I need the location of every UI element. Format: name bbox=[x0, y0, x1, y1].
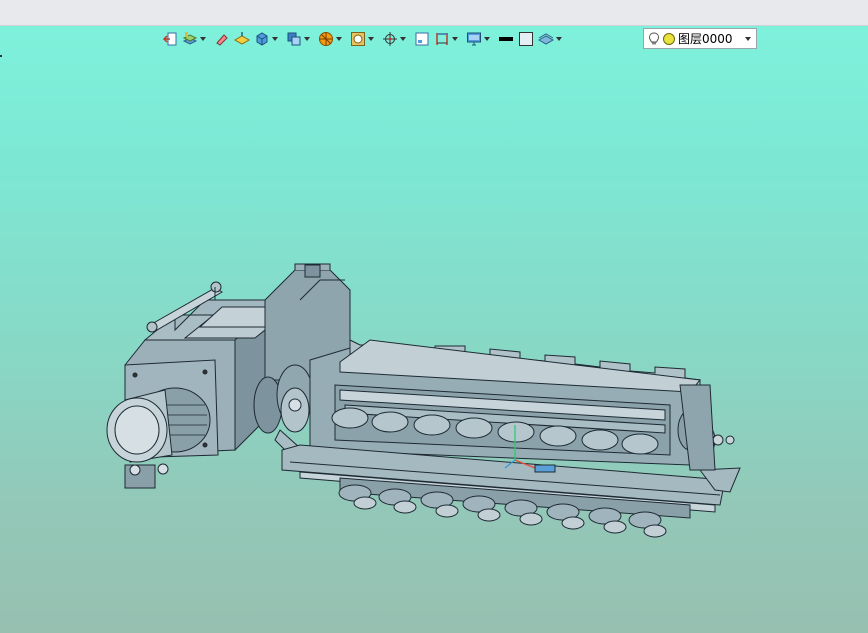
cad-model-viewport[interactable] bbox=[0, 0, 868, 633]
